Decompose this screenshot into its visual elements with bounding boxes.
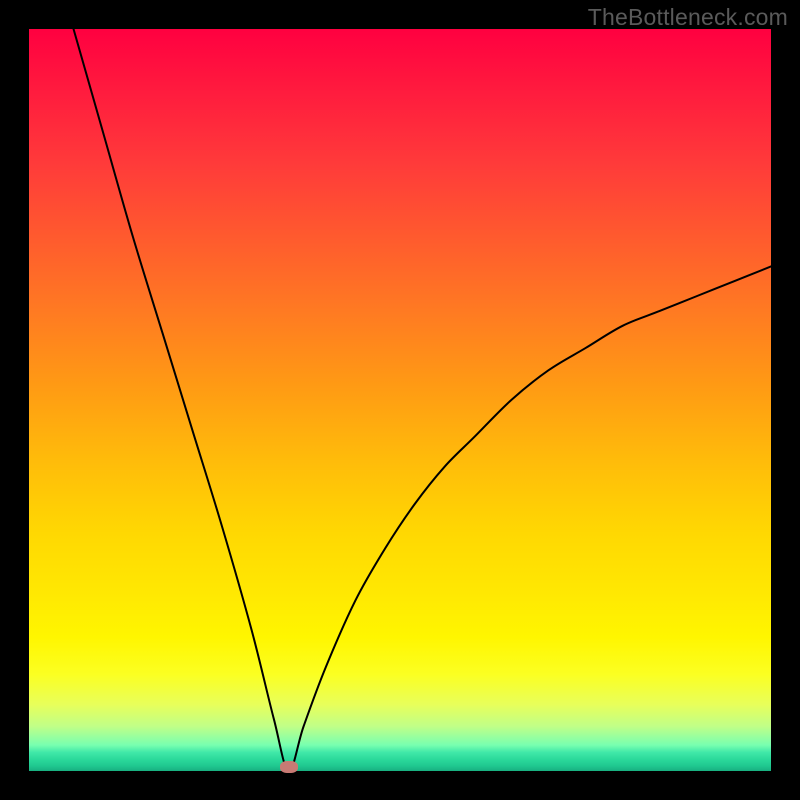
plot-area bbox=[29, 29, 771, 771]
minimum-marker bbox=[280, 761, 298, 773]
bottleneck-curve bbox=[29, 29, 771, 771]
chart-frame: TheBottleneck.com bbox=[0, 0, 800, 800]
watermark-text: TheBottleneck.com bbox=[588, 4, 788, 31]
